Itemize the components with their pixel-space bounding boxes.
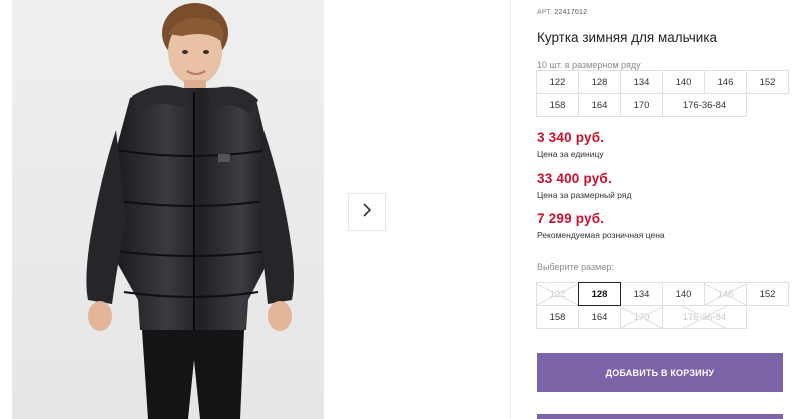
- size-row-cell: 128: [578, 70, 621, 94]
- size-row-cell: 140: [662, 70, 705, 94]
- sku-value: 22417012: [554, 9, 588, 16]
- size-option[interactable]: 152: [746, 282, 789, 306]
- size-row-cell: 170: [620, 93, 663, 117]
- chevron-right-icon: [361, 202, 373, 223]
- size-row-table: 122 128 134 140 146 152 158 164 170 176-36-84: [536, 70, 789, 117]
- size-option[interactable]: 140: [662, 282, 705, 306]
- size-option-unavailable: 170: [620, 305, 663, 329]
- retail-price-caption: Рекомендуемая розничная цена: [537, 230, 665, 240]
- unit-price: 3 340 руб.: [537, 130, 605, 145]
- size-option-unavailable: 176-36-84: [662, 305, 747, 329]
- size-row-caption: 10 шт. в размерном ряду: [537, 60, 641, 70]
- retail-price: 7 299 руб.: [537, 211, 605, 226]
- size-option-unavailable: 122: [536, 282, 579, 306]
- add-to-cart-button[interactable]: ДОБАВИТЬ В КОРЗИНУ: [537, 353, 783, 392]
- product-image: [12, 0, 324, 419]
- size-row-cell: 158: [536, 93, 579, 117]
- size-selector: 122 128 134 140 146 152 158 164 170 176-36-84: [536, 282, 789, 329]
- size-row-cell: 152: [746, 70, 789, 94]
- product-photo[interactable]: [12, 0, 324, 419]
- unit-price-caption: Цена за единицу: [537, 149, 604, 159]
- size-row-cell: 122: [536, 70, 579, 94]
- sku: АРТ. 22417012: [537, 9, 587, 16]
- size-row-price-caption: Цена за размерный ряд: [537, 190, 632, 200]
- sku-label: АРТ.: [537, 9, 553, 16]
- size-option[interactable]: 164: [578, 305, 621, 329]
- divider: [510, 0, 511, 419]
- secondary-action-button[interactable]: [537, 414, 783, 419]
- next-image-button[interactable]: [348, 193, 386, 231]
- size-row-price: 33 400 руб.: [537, 171, 612, 186]
- size-select-label: Выберите размер:: [537, 262, 614, 272]
- size-row-cell: 146: [704, 70, 747, 94]
- size-option[interactable]: 134: [620, 282, 663, 306]
- size-option-unavailable: 146: [704, 282, 747, 306]
- size-option[interactable]: 158: [536, 305, 579, 329]
- size-option-selected[interactable]: 128: [578, 282, 621, 306]
- product-title: Куртка зимняя для мальчика: [537, 30, 718, 45]
- size-row-cell: 164: [578, 93, 621, 117]
- size-row-cell: 134: [620, 70, 663, 94]
- size-row-cell: 176-36-84: [662, 93, 747, 117]
